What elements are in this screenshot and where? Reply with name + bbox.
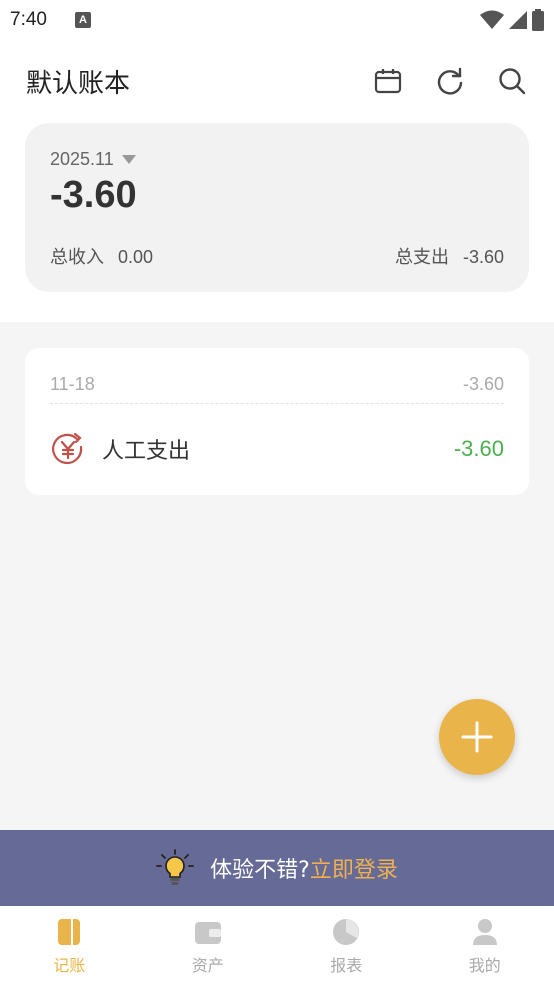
month-selector[interactable]: 2025.11 bbox=[50, 149, 504, 170]
income-label: 总收入 bbox=[50, 247, 104, 268]
login-link[interactable]: 立即登录 bbox=[310, 858, 398, 883]
ledger-title: 默认账本 bbox=[26, 68, 131, 99]
pie-chart-icon bbox=[333, 919, 360, 945]
day-total: -3.60 bbox=[462, 374, 504, 394]
tab-ledger[interactable]: 记账 bbox=[0, 906, 139, 984]
battery-icon bbox=[532, 9, 544, 31]
tab-label-ledger: 记账 bbox=[53, 956, 86, 975]
summary-card: 2025.11 -3.60 总收入 0.00 总支出 -3.60 bbox=[25, 123, 529, 292]
refresh-button[interactable] bbox=[434, 65, 466, 97]
app-header: 默认账本 bbox=[0, 40, 554, 122]
lightbulb-icon bbox=[156, 849, 195, 885]
ledger-icon bbox=[58, 919, 81, 945]
summary-totals: 总收入 0.00 总支出 -3.60 bbox=[50, 243, 504, 269]
wallet-icon bbox=[194, 922, 221, 944]
tab-label-reports: 报表 bbox=[330, 956, 363, 975]
add-record-button[interactable] bbox=[439, 699, 515, 775]
search-button[interactable] bbox=[496, 65, 528, 97]
balance-value: -3.60 bbox=[50, 174, 137, 216]
plus-icon bbox=[461, 721, 493, 753]
login-prompt: 体验不错?立即登录 bbox=[210, 852, 398, 884]
tab-reports[interactable]: 报表 bbox=[277, 906, 416, 984]
expense-total: 总支出 -3.60 bbox=[395, 243, 504, 269]
expense-label: 总支出 bbox=[394, 247, 449, 268]
search-icon bbox=[499, 68, 526, 95]
transaction-amount: -3.60 bbox=[453, 436, 504, 461]
notification-icon: A bbox=[74, 12, 91, 28]
expense-value: -3.60 bbox=[462, 247, 504, 267]
status-bar: 7:40 A bbox=[0, 0, 554, 40]
summary-section: 2025.11 -3.60 总收入 0.00 总支出 -3.60 bbox=[0, 122, 554, 322]
tab-label-assets: 资产 bbox=[191, 956, 224, 975]
dropdown-triangle-icon bbox=[121, 155, 136, 164]
signal-icon bbox=[509, 11, 527, 29]
login-banner[interactable]: 体验不错?立即登录 bbox=[0, 830, 554, 906]
tab-label-profile: 我的 bbox=[468, 956, 501, 975]
day-group-card: 11-18 -3.60 人工支出 -3.60 bbox=[25, 348, 529, 495]
day-group-header: 11-18 -3.60 bbox=[50, 348, 504, 404]
day-date: 11-18 bbox=[50, 374, 95, 394]
transaction-row[interactable]: 人工支出 -3.60 bbox=[50, 404, 504, 494]
transaction-category: 人工支出 bbox=[102, 439, 191, 464]
income-value: 0.00 bbox=[118, 247, 154, 267]
refresh-icon bbox=[437, 67, 463, 95]
bottom-tab-bar: 记账 资产 报表 我的 bbox=[0, 906, 554, 984]
income-total: 总收入 0.00 bbox=[50, 243, 153, 269]
month-label: 2025.11 bbox=[50, 149, 114, 169]
tab-assets[interactable]: 资产 bbox=[139, 906, 278, 984]
calendar-button[interactable] bbox=[372, 65, 404, 97]
tab-profile[interactable]: 我的 bbox=[416, 906, 554, 984]
login-prompt-text: 体验不错? bbox=[210, 858, 310, 883]
status-time: 7:40 bbox=[10, 9, 47, 30]
calendar-icon bbox=[374, 69, 402, 94]
user-icon bbox=[472, 919, 497, 945]
wifi-icon bbox=[480, 10, 504, 29]
yuan-refund-icon bbox=[52, 432, 83, 465]
